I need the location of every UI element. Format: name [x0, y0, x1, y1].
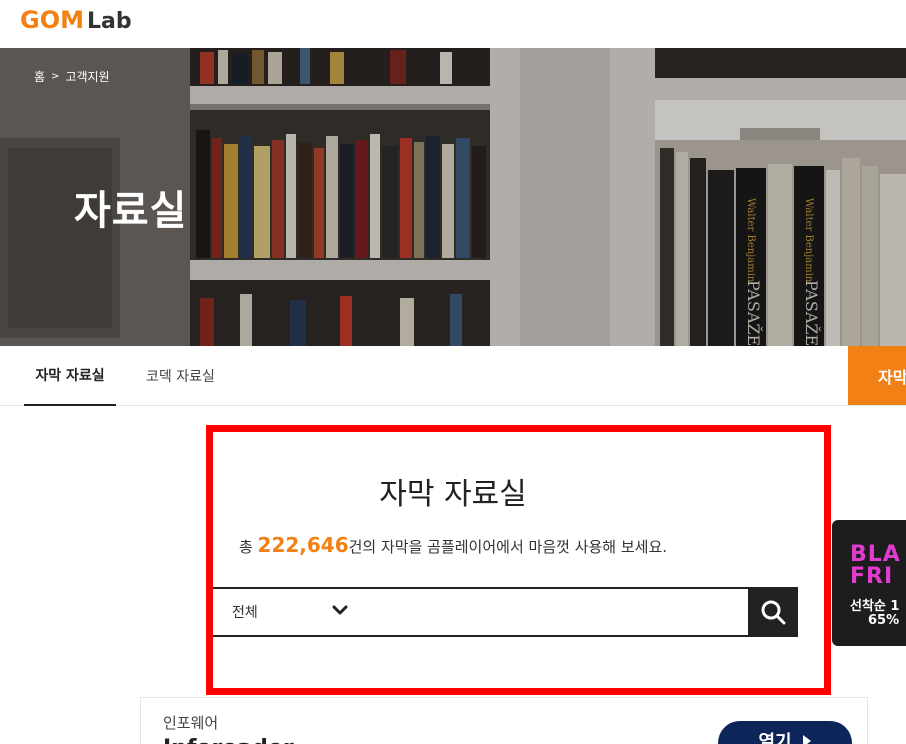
highlight-box — [206, 425, 831, 695]
hero-banner: Walter Benjamin Walter Benjamin PASAŽE P… — [0, 48, 906, 346]
banner-text-1: 선착순 1 — [850, 599, 900, 614]
site-header: GOM Lab — [0, 0, 906, 48]
banner-text-2: 65% — [868, 613, 900, 628]
page-title: 자료실 — [74, 188, 188, 234]
arrow-right-icon — [802, 735, 811, 744]
breadcrumb-support[interactable]: 고객지원 — [65, 68, 109, 85]
logo-lab-text: Lab — [86, 9, 132, 34]
logo-gom-text: GOM — [20, 6, 84, 34]
tab-codec[interactable]: 코덱 자료실 — [146, 346, 215, 405]
banner-line-2: FRI — [850, 564, 894, 589]
breadcrumb: 홈 > 고객지원 — [34, 68, 110, 85]
breadcrumb-separator: > — [51, 71, 60, 82]
gomlab-logo[interactable]: GOM Lab — [20, 6, 132, 34]
software-card: 인포웨어 Inforeader 열기 — [140, 697, 868, 744]
tab-bar: 자막 자료실 코덱 자료실 — [0, 346, 906, 406]
tab-subtitles[interactable]: 자막 자료실 — [24, 346, 116, 406]
open-button-label: 열기 — [758, 732, 792, 744]
breadcrumb-home[interactable]: 홈 — [34, 68, 45, 85]
open-button[interactable]: 열기 — [718, 721, 852, 744]
card-vendor-label: 인포웨어 — [163, 714, 219, 732]
card-title: Inforeader — [163, 736, 294, 744]
subtitle-cta-button[interactable]: 자막 — [848, 346, 906, 405]
black-friday-banner[interactable]: BLA FRI 선착순 1 65% — [832, 520, 906, 646]
